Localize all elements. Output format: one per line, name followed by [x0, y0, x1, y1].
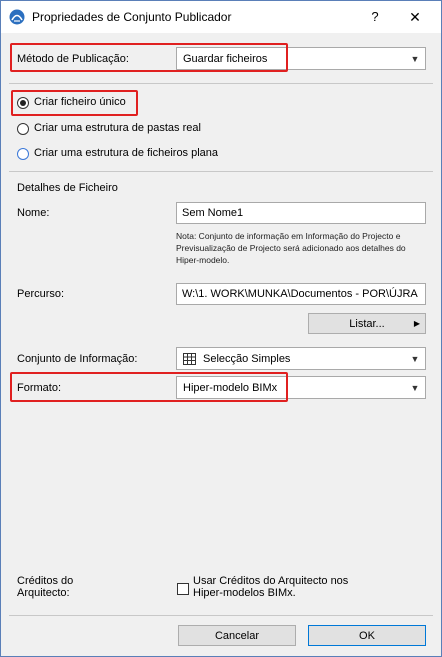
chevron-down-icon: ▼ — [410, 353, 420, 364]
info-note: Nota: Conjunto de informação em Informaç… — [176, 230, 432, 266]
option-real-folders-label: Criar uma estrutura de pastas real — [34, 122, 201, 134]
credits-label: Créditos do Arquitecto: — [17, 575, 73, 599]
note-line: Previsualização de Projecto será adicion… — [176, 243, 406, 253]
credits-label-line: Créditos do — [17, 575, 74, 587]
info-set-label: Conjunto de Informação: — [17, 353, 138, 365]
help-button[interactable]: ? — [365, 7, 385, 27]
table-grid-icon — [183, 352, 197, 365]
close-button[interactable]: ✕ — [405, 7, 425, 27]
highlight-single-file — [11, 90, 138, 116]
window-title: Propriedades de Conjunto Publicador — [32, 10, 232, 24]
use-credits-checkbox[interactable] — [177, 583, 189, 595]
chevron-down-icon: ▼ — [410, 53, 420, 64]
use-credits-label-line: Hiper-modelos BIMx. — [193, 587, 296, 599]
separator — [9, 83, 433, 84]
option-flat-files-label: Criar uma estrutura de ficheiros plana — [34, 147, 219, 159]
credits-label-line: Arquitecto: — [17, 587, 70, 599]
separator — [9, 171, 433, 172]
highlight-format — [10, 372, 288, 402]
archicad-app-icon — [9, 9, 25, 25]
list-button[interactable]: Listar... ▶ — [308, 313, 426, 334]
radio-real-folder-structure[interactable] — [17, 123, 29, 135]
dialog-content: Método de Publicação: Guardar ficheiros … — [1, 33, 441, 656]
chevron-down-icon: ▼ — [410, 382, 420, 393]
use-credits-label-line: Usar Créditos do Arquitecto nos — [193, 575, 349, 587]
list-button-label: Listar... — [349, 317, 385, 330]
highlight-publish-method — [10, 43, 288, 72]
chevron-right-icon: ▶ — [413, 319, 420, 328]
cancel-button[interactable]: Cancelar — [178, 625, 296, 646]
path-input[interactable]: W:\1. WORK\MUNKA\Documentos - POR\ÚJRA — [176, 283, 426, 305]
use-credits-label: Usar Créditos do Arquitecto nos Hiper-mo… — [193, 575, 348, 599]
file-details-heading: Detalhes de Ficheiro — [17, 182, 118, 194]
title-bar: Propriedades de Conjunto Publicador ? ✕ — [1, 1, 441, 33]
dialog-window: Propriedades de Conjunto Publicador ? ✕ … — [0, 0, 442, 657]
separator — [9, 615, 433, 616]
path-label: Percurso: — [17, 288, 65, 300]
info-set-value: Selecção Simples — [203, 352, 291, 365]
radio-flat-file-structure[interactable] — [17, 148, 29, 160]
ok-button[interactable]: OK — [308, 625, 426, 646]
name-input[interactable]: Sem Nome1 — [176, 202, 426, 224]
info-set-dropdown[interactable]: Selecção Simples ▼ — [176, 347, 426, 370]
name-label: Nome: — [17, 207, 50, 219]
note-line: Hiper-modelo. — [176, 255, 230, 265]
note-line: Nota: Conjunto de informação em Informaç… — [176, 231, 401, 241]
